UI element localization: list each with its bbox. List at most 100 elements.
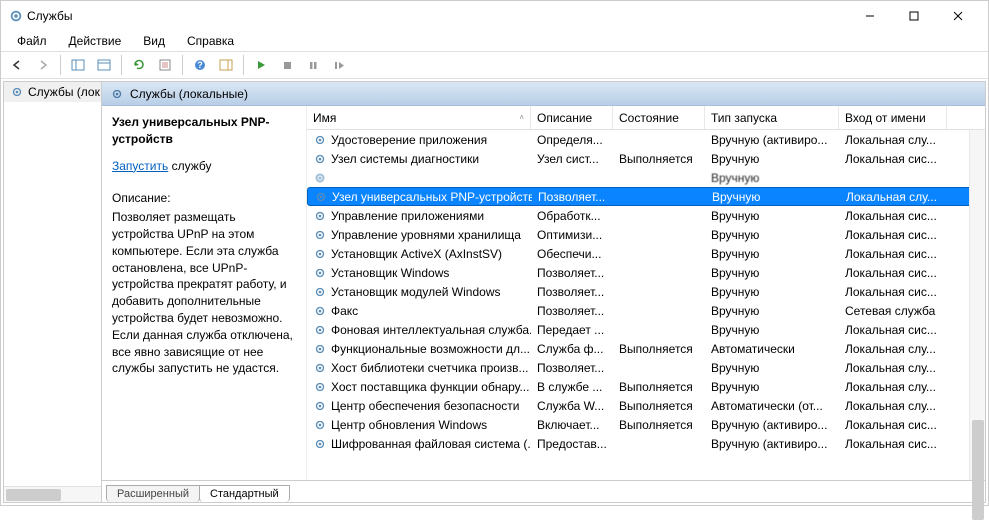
- start-suffix: службу: [168, 159, 211, 173]
- gear-icon: [313, 152, 327, 166]
- cell-logon: Локальная слу...: [839, 361, 947, 375]
- cell-startup: Вручную (активиро...: [705, 133, 839, 147]
- cell-name: Установщик ActiveX (AxInstSV): [331, 247, 502, 261]
- export-list-button[interactable]: [92, 54, 116, 76]
- column-description[interactable]: Описание: [531, 106, 613, 129]
- back-button[interactable]: [5, 54, 29, 76]
- table-row[interactable]: Вручную: [307, 168, 985, 187]
- table-row[interactable]: Установщик Windows Позволяет... ВручнуюЛок…: [307, 263, 985, 282]
- cell-startup: Вручную: [705, 380, 839, 394]
- gear-icon: [313, 228, 327, 242]
- table-row[interactable]: Хост поставщика функции обнару...В служб…: [307, 377, 985, 396]
- menu-help[interactable]: Справка: [177, 32, 244, 50]
- gear-icon: [313, 247, 327, 261]
- cell-state: Выполняется: [613, 342, 705, 356]
- table-row[interactable]: Функциональные возможности дл...Служба ф…: [307, 339, 985, 358]
- table-row[interactable]: Установщик модулей WindowsПозволяет...Вр…: [307, 282, 985, 301]
- main-area: Службы (лок Службы (локальные) Узел унив…: [3, 81, 986, 503]
- cell-name: Установщик модулей Windows: [331, 285, 500, 299]
- cell-logon: Локальная сис...: [839, 266, 947, 280]
- table-row[interactable]: Узел универсальных PNP-устройствПозволяе…: [307, 187, 985, 206]
- gear-icon: [110, 87, 124, 101]
- restart-service-button[interactable]: [327, 54, 351, 76]
- cell-startup: Вручную: [705, 171, 839, 185]
- table-row[interactable]: Установщик ActiveX (AxInstSV)Обеспечи...…: [307, 244, 985, 263]
- table-row[interactable]: Управление приложениями Обработк... Вручну…: [307, 206, 985, 225]
- cell-startup: Вручную: [705, 209, 839, 223]
- cell-name: Центр обеспечения безопасности: [331, 399, 520, 413]
- cell-name: Хост библиотеки счетчика произв...: [331, 361, 529, 375]
- right-pane: Службы (локальные) Узел универсальных PN…: [102, 82, 985, 502]
- cell-logon: Локальная сис...: [839, 247, 947, 261]
- cell-startup: Вручную: [705, 304, 839, 318]
- column-name[interactable]: Имя˄: [307, 106, 531, 129]
- tab-standard[interactable]: Стандартный: [199, 485, 290, 502]
- cell-startup: Вручную: [705, 266, 839, 280]
- cell-startup: Вручную: [705, 228, 839, 242]
- table-row[interactable]: Шифрованная файловая система (...Предост…: [307, 434, 985, 453]
- tree-root-services[interactable]: Службы (лок: [4, 82, 101, 102]
- table-row[interactable]: Управление уровнями хранилищаОптимизи...…: [307, 225, 985, 244]
- show-hide-tree-button[interactable]: [66, 54, 90, 76]
- table-row[interactable]: Фоновая интеллектуальная служба...Переда…: [307, 320, 985, 339]
- table-row[interactable]: ФаксПозволяет...ВручнуюСетевая служба: [307, 301, 985, 320]
- cell-logon: Локальная слу...: [840, 190, 948, 204]
- cell-description: Обработк...: [531, 209, 613, 223]
- gear-icon: [313, 266, 327, 280]
- maximize-button[interactable]: [892, 2, 936, 30]
- tab-extended[interactable]: Расширенный: [106, 485, 200, 502]
- table-row[interactable]: Удостоверение приложенияОпределя...Вручн…: [307, 130, 985, 149]
- cell-startup: Вручную: [706, 190, 840, 204]
- properties-button[interactable]: [153, 54, 177, 76]
- minimize-button[interactable]: [848, 2, 892, 30]
- column-startup[interactable]: Тип запуска: [705, 106, 839, 129]
- cell-logon: Сетевая служба: [839, 304, 947, 318]
- cell-name: Узел системы диагностики: [331, 152, 479, 166]
- cell-logon: Локальная слу...: [839, 399, 947, 413]
- cell-logon: Локальная сис...: [839, 437, 947, 451]
- services-list: Имя˄ Описание Состояние Тип запуска Вход…: [307, 106, 985, 480]
- cell-description: Предостав...: [531, 437, 613, 451]
- pause-service-button[interactable]: [301, 54, 325, 76]
- description-label: Описание:: [112, 190, 296, 207]
- horizontal-scrollbar[interactable]: [4, 486, 101, 502]
- vertical-scrollbar[interactable]: [969, 130, 985, 480]
- cell-logon: Локальная сис...: [839, 152, 947, 166]
- refresh-button[interactable]: [127, 54, 151, 76]
- menu-action[interactable]: Действие: [59, 32, 132, 50]
- table-row[interactable]: Центр обеспечения безопасностиСлужба W..…: [307, 396, 985, 415]
- cell-description: Позволяет...: [531, 266, 613, 280]
- gear-icon: [313, 133, 327, 147]
- gear-icon: [313, 171, 327, 185]
- menu-view[interactable]: Вид: [133, 32, 175, 50]
- menu-file[interactable]: Файл: [7, 32, 57, 50]
- stop-service-button[interactable]: [275, 54, 299, 76]
- cell-name: Шифрованная файловая система (...: [331, 437, 531, 451]
- start-service-button[interactable]: [249, 54, 273, 76]
- cell-name: Установщик Windows: [331, 266, 449, 280]
- cell-name: Функциональные возможности дл...: [331, 342, 530, 356]
- close-button[interactable]: [936, 2, 980, 30]
- cell-startup: Вручную: [705, 152, 839, 166]
- detail-pane: Узел универсальных PNP-устройств Запусти…: [102, 106, 307, 480]
- cell-description: Включает...: [531, 418, 613, 432]
- action-pane-button[interactable]: [214, 54, 238, 76]
- cell-logon: Локальная сис...: [839, 285, 947, 299]
- svg-text:?: ?: [197, 60, 203, 70]
- column-state[interactable]: Состояние: [613, 106, 705, 129]
- start-service-link[interactable]: Запустить: [112, 159, 168, 173]
- cell-name: Фоновая интеллектуальная служба...: [331, 323, 531, 337]
- panel-header-title: Службы (локальные): [130, 87, 248, 101]
- table-row[interactable]: Хост библиотеки счетчика произв...Позвол…: [307, 358, 985, 377]
- cell-startup: Автоматически: [705, 342, 839, 356]
- forward-button[interactable]: [31, 54, 55, 76]
- table-row[interactable]: Узел системы диагностикиУзел сист...Выпо…: [307, 149, 985, 168]
- app-icon: [9, 9, 23, 23]
- cell-description: Служба ф...: [531, 342, 613, 356]
- cell-name: Управление приложениями: [331, 209, 484, 223]
- column-logon[interactable]: Вход от имени: [839, 106, 947, 129]
- table-row[interactable]: Центр обновления WindowsВключает...Выпол…: [307, 415, 985, 434]
- help-button[interactable]: ?: [188, 54, 212, 76]
- tree-pane: Службы (лок: [4, 82, 102, 502]
- toolbar: ?: [1, 51, 988, 79]
